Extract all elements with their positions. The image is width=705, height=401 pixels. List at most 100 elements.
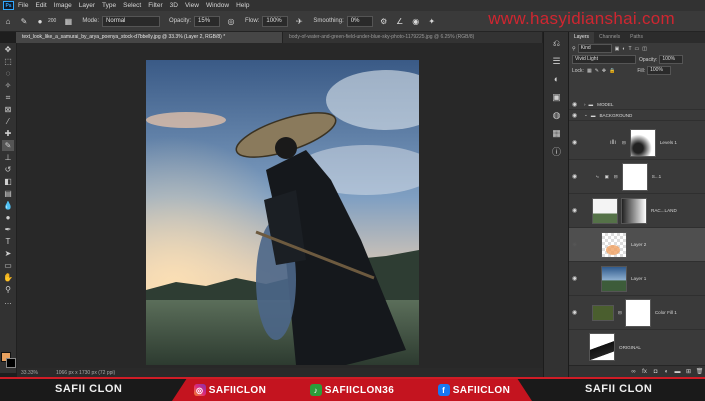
filter-type-icon[interactable]: T (628, 46, 631, 52)
menu-layer[interactable]: Layer (79, 2, 95, 9)
lock-position-icon[interactable]: ✥ (602, 68, 606, 74)
filter-pixel-icon[interactable]: ▣ (615, 46, 620, 52)
visibility-eye-icon[interactable]: ◉ (572, 241, 582, 248)
pen-tool-icon[interactable]: ✒ (2, 224, 14, 235)
layer-mask-thumbnail[interactable] (629, 128, 656, 157)
color-swatches[interactable] (1, 352, 16, 368)
airbrush-icon[interactable]: ✈ (293, 15, 305, 27)
menu-edit[interactable]: Edit (35, 2, 46, 9)
visibility-eye-icon[interactable]: ◉ (572, 207, 582, 214)
visibility-eye-icon[interactable]: ◉ (572, 112, 582, 119)
link-layers-icon[interactable]: ∞ (629, 367, 638, 376)
delete-layer-icon[interactable]: 🗑 (695, 367, 704, 376)
disclosure-arrow-icon[interactable]: ⌄ (584, 112, 588, 118)
filter-smart-icon[interactable]: ◫ (642, 46, 647, 52)
healing-tool-icon[interactable]: ✚ (2, 128, 14, 139)
tab-document-1[interactable]: text_look_like_a_samurai_by_arya_poenya_… (16, 32, 283, 43)
gear-icon[interactable]: ⚙ (378, 15, 390, 27)
gradient-tool-icon[interactable]: ▤ (2, 188, 14, 199)
visibility-eye-icon[interactable]: ◉ (572, 309, 582, 316)
menu-type[interactable]: Type (102, 2, 116, 9)
layer-row-color-fill[interactable]: ◉ ⊟ Color Fill 1 (569, 296, 705, 330)
layer-thumbnail[interactable] (601, 265, 627, 292)
lock-transparency-icon[interactable]: ▦ (587, 68, 592, 74)
more-tools-icon[interactable]: … (2, 296, 14, 307)
menu-3d[interactable]: 3D (170, 2, 178, 9)
history-brush-tool-icon[interactable]: ↺ (2, 164, 14, 175)
angle-icon[interactable]: ∠ (394, 15, 406, 27)
zoom-level[interactable]: 33.33% (21, 370, 38, 376)
brush-tool-icon-active[interactable]: ✎ (2, 140, 14, 151)
layer-mask-thumbnail[interactable] (621, 197, 647, 224)
eyedropper-tool-icon[interactable]: ⁄ (2, 116, 14, 127)
document-canvas[interactable] (146, 60, 419, 365)
tab-document-2[interactable]: body-of-water-and-green-field-under-blue… (282, 32, 543, 43)
properties-icon[interactable]: ☰ (550, 54, 564, 68)
layer-mask-thumbnail[interactable] (624, 298, 651, 327)
filter-shape-icon[interactable]: ▭ (635, 46, 640, 52)
layer-style-icon[interactable]: fx (640, 367, 649, 376)
dodge-tool-icon[interactable]: ● (2, 212, 14, 223)
move-tool-icon[interactable]: ✥ (2, 44, 14, 55)
fill-color-thumbnail[interactable] (592, 304, 614, 321)
visibility-eye-icon[interactable]: ◉ (572, 139, 582, 146)
shape-tool-icon[interactable]: ▭ (2, 260, 14, 271)
disclosure-arrow-icon[interactable]: › (584, 102, 586, 107)
visibility-eye-icon[interactable]: ◉ (572, 101, 582, 108)
menu-help[interactable]: Help (236, 2, 249, 9)
background-color-swatch[interactable] (6, 358, 16, 368)
path-select-tool-icon[interactable]: ➤ (2, 248, 14, 259)
layer-mask-thumbnail[interactable] (621, 162, 648, 191)
hand-tool-icon[interactable]: ✋ (2, 272, 14, 283)
document-info[interactable]: 1066 px x 1730 px (72 ppi) (56, 370, 115, 376)
filter-kind-select[interactable]: Kind (577, 44, 612, 53)
layer-row-layer-2[interactable]: ◉ Layer 2 (569, 228, 705, 262)
history-icon[interactable]: ⎌ (550, 36, 564, 50)
home-icon[interactable]: ⌂ (2, 15, 14, 27)
quick-select-tool-icon[interactable]: ✧ (2, 80, 14, 91)
swatches-icon[interactable]: ▦ (550, 126, 564, 140)
layer-thumbnail[interactable] (592, 197, 618, 224)
lasso-tool-icon[interactable]: ◌ (2, 68, 14, 79)
pressure-size-icon[interactable]: ◉ (410, 15, 422, 27)
visibility-eye-icon[interactable]: ◉ (572, 173, 582, 180)
stamp-tool-icon[interactable]: ⊥ (2, 152, 14, 163)
layer-row-levels[interactable]: ◉ ıllı ⊟ Levels 1 (569, 126, 705, 160)
tab-channels[interactable]: Channels (594, 32, 625, 43)
layer-opacity-input[interactable]: 100% (659, 55, 684, 64)
smoothing-input[interactable]: 0% (346, 15, 373, 27)
blend-mode-select[interactable]: Vivid Light (572, 55, 636, 64)
lock-pixels-icon[interactable]: ✎ (595, 68, 599, 74)
crop-tool-icon[interactable]: ⌗ (2, 92, 14, 103)
new-group-icon[interactable]: ▬ (673, 367, 682, 376)
symmetry-icon[interactable]: ✦ (426, 15, 438, 27)
tab-layers[interactable]: Layers (569, 32, 595, 43)
brush-tool-icon[interactable]: ✎ (18, 15, 30, 27)
filter-adjustment-icon[interactable]: ◐ (622, 46, 625, 52)
opacity-input[interactable]: 15% (194, 15, 221, 27)
brush-panel-icon[interactable]: ▦ (62, 15, 74, 27)
new-adjustment-icon[interactable]: ◐ (662, 367, 671, 376)
add-mask-icon[interactable]: ◘ (651, 367, 660, 376)
menu-image[interactable]: Image (54, 2, 72, 9)
layer-row-layer-1[interactable]: ◉ Layer 1 (569, 262, 705, 296)
layer-row-model[interactable]: ◉ › ▬ MODEL (569, 99, 705, 110)
visibility-eye-icon[interactable]: ◉ (572, 275, 582, 282)
layer-row-smart[interactable]: ◉ ⤷ ▣ ⊟ S...1 (569, 160, 705, 194)
flow-input[interactable]: 100% (262, 15, 289, 27)
lock-all-icon[interactable]: 🔒 (609, 68, 615, 74)
menu-window[interactable]: Window (206, 2, 229, 9)
layer-thumbnail[interactable] (589, 333, 615, 361)
layer-thumbnail[interactable] (601, 231, 627, 258)
new-layer-icon[interactable]: ⊞ (684, 367, 693, 376)
tab-paths[interactable]: Paths (625, 32, 648, 43)
frame-tool-icon[interactable]: ⊠ (2, 104, 14, 115)
layer-row-original[interactable]: ◉ ORIGINAL (569, 330, 705, 364)
info-icon[interactable]: ⓘ (550, 144, 564, 158)
mode-select[interactable]: Normal (102, 15, 161, 27)
color-icon[interactable]: ◍ (550, 108, 564, 122)
eraser-tool-icon[interactable]: ◧ (2, 176, 14, 187)
menu-view[interactable]: View (185, 2, 199, 9)
menu-filter[interactable]: Filter (148, 2, 162, 9)
layer-row-background[interactable]: ◉ ⌄ ▬ BACKGROUND (569, 110, 705, 121)
